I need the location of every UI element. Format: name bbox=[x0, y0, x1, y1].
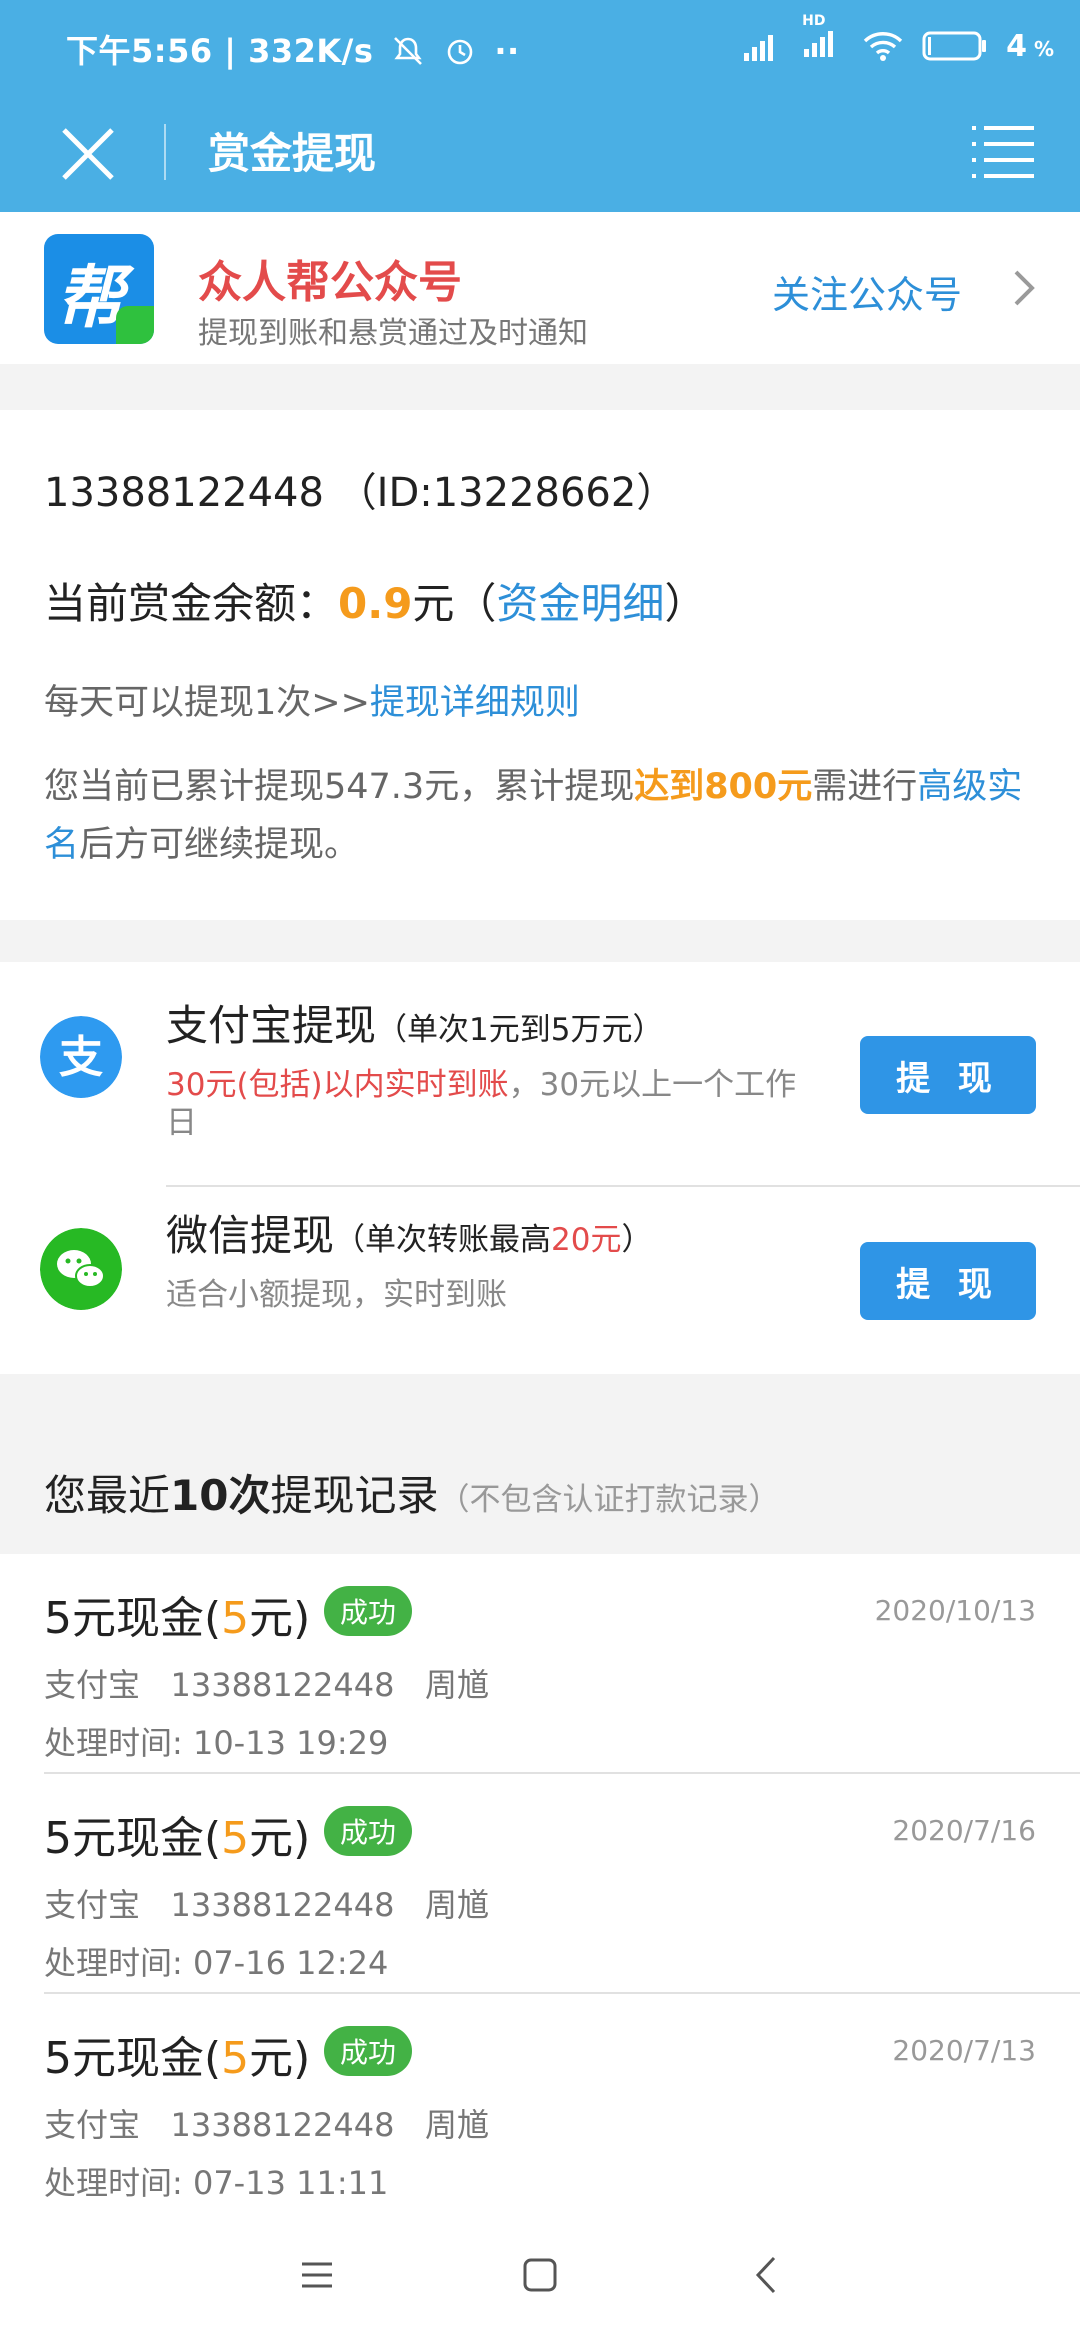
alipay-withdraw-button[interactable]: 提 现 bbox=[860, 1036, 1036, 1114]
record-time: 处理时间: 10-13 19:29 bbox=[44, 1724, 389, 1762]
record-date: 2020/10/13 bbox=[874, 1594, 1036, 1627]
cumulative-note: 您当前已累计提现547.3元，累计提现达到800元需进行高级实名后方可继续提现。 bbox=[44, 758, 1034, 874]
battery-level: 4 % bbox=[1006, 28, 1054, 64]
history-title: 您最近10次提现记录（不包含认证打款记录） bbox=[44, 1462, 779, 1523]
nav-separator bbox=[164, 124, 166, 180]
battery-icon bbox=[922, 31, 987, 61]
nav-menu-icon[interactable] bbox=[292, 2250, 342, 2300]
menu-icon[interactable] bbox=[972, 120, 1034, 182]
nav-home-icon[interactable] bbox=[515, 2250, 565, 2300]
status-badge: 成功 bbox=[324, 1806, 412, 1856]
record-date: 2020/7/13 bbox=[892, 2034, 1036, 2067]
note-prefix: 您当前已累计提现547.3元，累计提现 bbox=[44, 767, 635, 807]
wechat-limit-value: 20元 bbox=[551, 1222, 622, 1258]
alipay-sub-red: 30元(包括)以内实时到账 bbox=[166, 1067, 509, 1103]
balance-end: ） bbox=[664, 579, 707, 628]
logo-glyph: 帮 bbox=[56, 259, 125, 338]
rule-line: 每天可以提现1次>>提现详细规则 bbox=[44, 674, 580, 725]
wechat-icon bbox=[40, 1228, 122, 1310]
record-meta: 支付宝 13388122448 周馗 bbox=[44, 1666, 489, 1704]
chevron-right-icon[interactable] bbox=[1012, 268, 1036, 308]
record-title: 5元现金(5元) bbox=[44, 1593, 311, 1644]
app-logo: 帮 bbox=[44, 234, 154, 344]
history-title-bold: 10次 bbox=[170, 1471, 271, 1520]
status-time: 下午5:56 | 332K/s bbox=[66, 32, 374, 70]
account-name: 众人帮公众号 bbox=[198, 257, 462, 308]
history-title-prefix: 您最近 bbox=[44, 1471, 171, 1520]
history-title-suffix: 提现记录 bbox=[270, 1471, 439, 1520]
record-time: 处理时间: 07-13 11:11 bbox=[44, 2164, 389, 2202]
record-title: 5元现金(5元) bbox=[44, 2033, 311, 2084]
page-title: 赏金提现 bbox=[208, 129, 377, 178]
history-header: 您最近10次提现记录（不包含认证打款记录） bbox=[0, 1414, 1080, 1554]
note-highlight: 达到800元 bbox=[634, 767, 813, 807]
alipay-title: 支付宝提现 bbox=[166, 1001, 377, 1050]
hd-signal: HD bbox=[802, 13, 844, 65]
record-date: 2020/7/16 bbox=[892, 1814, 1036, 1847]
signal-icon bbox=[744, 35, 774, 61]
balance-line: 当前赏金余额：0.9元（资金明细） bbox=[44, 570, 706, 631]
status-badge: 成功 bbox=[324, 2026, 412, 2076]
account-desc: 提现到账和悬赏通过及时通知 bbox=[198, 316, 588, 351]
alarm-icon bbox=[447, 39, 472, 65]
note-mid: 需进行 bbox=[812, 767, 918, 807]
system-nav-bar bbox=[0, 2210, 1080, 2340]
status-bar: 下午5:56 | 332K/s ·· HD 4 % bbox=[0, 0, 1080, 96]
list-item: 5元现金(5元) 成功 2020/7/16 支付宝 13388122448 周馗… bbox=[0, 1774, 1080, 1994]
rule-prefix: 每天可以提现1次>> bbox=[44, 683, 370, 723]
alipay-limit: （单次1元到5万元） bbox=[376, 1012, 664, 1048]
alipay-icon: 支 bbox=[40, 1016, 122, 1098]
history-subtitle: （不包含认证打款记录） bbox=[438, 1482, 780, 1518]
balance-value: 0.9 bbox=[338, 579, 413, 628]
record-meta: 支付宝 13388122448 周馗 bbox=[44, 1886, 489, 1924]
close-icon[interactable] bbox=[48, 114, 128, 194]
withdraw-rules-link[interactable]: 提现详细规则 bbox=[370, 683, 580, 723]
withdraw-methods: 支 支付宝提现（单次1元到5万元） 30元(包括)以内实时到账，30元以上一个工… bbox=[0, 962, 1080, 1374]
wechat-limit-suffix: ） bbox=[621, 1222, 653, 1258]
nav-bar: 赏金提现 bbox=[0, 96, 1080, 212]
mute-bell-icon bbox=[394, 37, 422, 65]
record-meta: 支付宝 13388122448 周馗 bbox=[44, 2106, 489, 2144]
follow-account-card[interactable]: 帮 众人帮公众号 提现到账和悬赏通过及时通知 关注公众号 bbox=[0, 212, 1080, 364]
list-item: 5元现金(5元) 成功 2020/10/13 支付宝 13388122448 周… bbox=[0, 1554, 1080, 1774]
top-bar: 下午5:56 | 332K/s ·· HD 4 % 赏金提现 bbox=[0, 0, 1080, 212]
wechat-title: 微信提现 bbox=[166, 1211, 335, 1260]
wechat-sub: 适合小额提现，实时到账 bbox=[166, 1277, 507, 1313]
alipay-row: 支 支付宝提现（单次1元到5万元） 30元(包括)以内实时到账，30元以上一个工… bbox=[0, 962, 1080, 1162]
nav-back-icon[interactable] bbox=[742, 2250, 792, 2300]
svg-text:支: 支 bbox=[59, 1032, 103, 1083]
balance-label: 当前赏金余额： bbox=[44, 579, 339, 628]
follow-button[interactable]: 关注公众号 bbox=[772, 264, 962, 319]
account-info-card: 13388122448 （ID:13228662） 当前赏金余额：0.9元（资金… bbox=[0, 410, 1080, 920]
wechat-row: 微信提现（单次转账最高20元） 适合小额提现，实时到账 提 现 bbox=[0, 1172, 1080, 1372]
wechat-limit-prefix: （单次转账最高 bbox=[334, 1222, 552, 1258]
wifi-icon bbox=[863, 32, 903, 61]
fund-details-link[interactable]: 资金明细 bbox=[496, 579, 664, 628]
status-right: HD 4 % bbox=[742, 13, 1054, 70]
note-suffix: 后方可继续提现。 bbox=[79, 825, 360, 865]
signal-icon-hd bbox=[804, 31, 834, 57]
wechat-title-line: 微信提现（单次转账最高20元） bbox=[166, 1202, 652, 1263]
list-item: 5元现金(5元) 成功 2020/7/13 支付宝 13388122448 周馗… bbox=[0, 1994, 1080, 2214]
status-dots: ·· bbox=[494, 32, 520, 70]
account-line: 13388122448 （ID:13228662） bbox=[44, 470, 677, 516]
alipay-sub: 30元(包括)以内实时到账，30元以上一个工作日 bbox=[166, 1066, 826, 1142]
record-time: 处理时间: 07-16 12:24 bbox=[44, 1944, 389, 1982]
alipay-title-line: 支付宝提现（单次1元到5万元） bbox=[166, 992, 663, 1053]
wechat-withdraw-button[interactable]: 提 现 bbox=[860, 1242, 1036, 1320]
record-title: 5元现金(5元) bbox=[44, 1813, 311, 1864]
history-list: 5元现金(5元) 成功 2020/10/13 支付宝 13388122448 周… bbox=[0, 1554, 1080, 2210]
status-badge: 成功 bbox=[324, 1586, 412, 1636]
status-time-speed: 下午5:56 | 332K/s ·· bbox=[66, 26, 520, 72]
wechat-badge-icon bbox=[116, 306, 154, 344]
balance-unit: 元（ bbox=[412, 579, 497, 628]
hd-label: HD bbox=[802, 13, 826, 29]
